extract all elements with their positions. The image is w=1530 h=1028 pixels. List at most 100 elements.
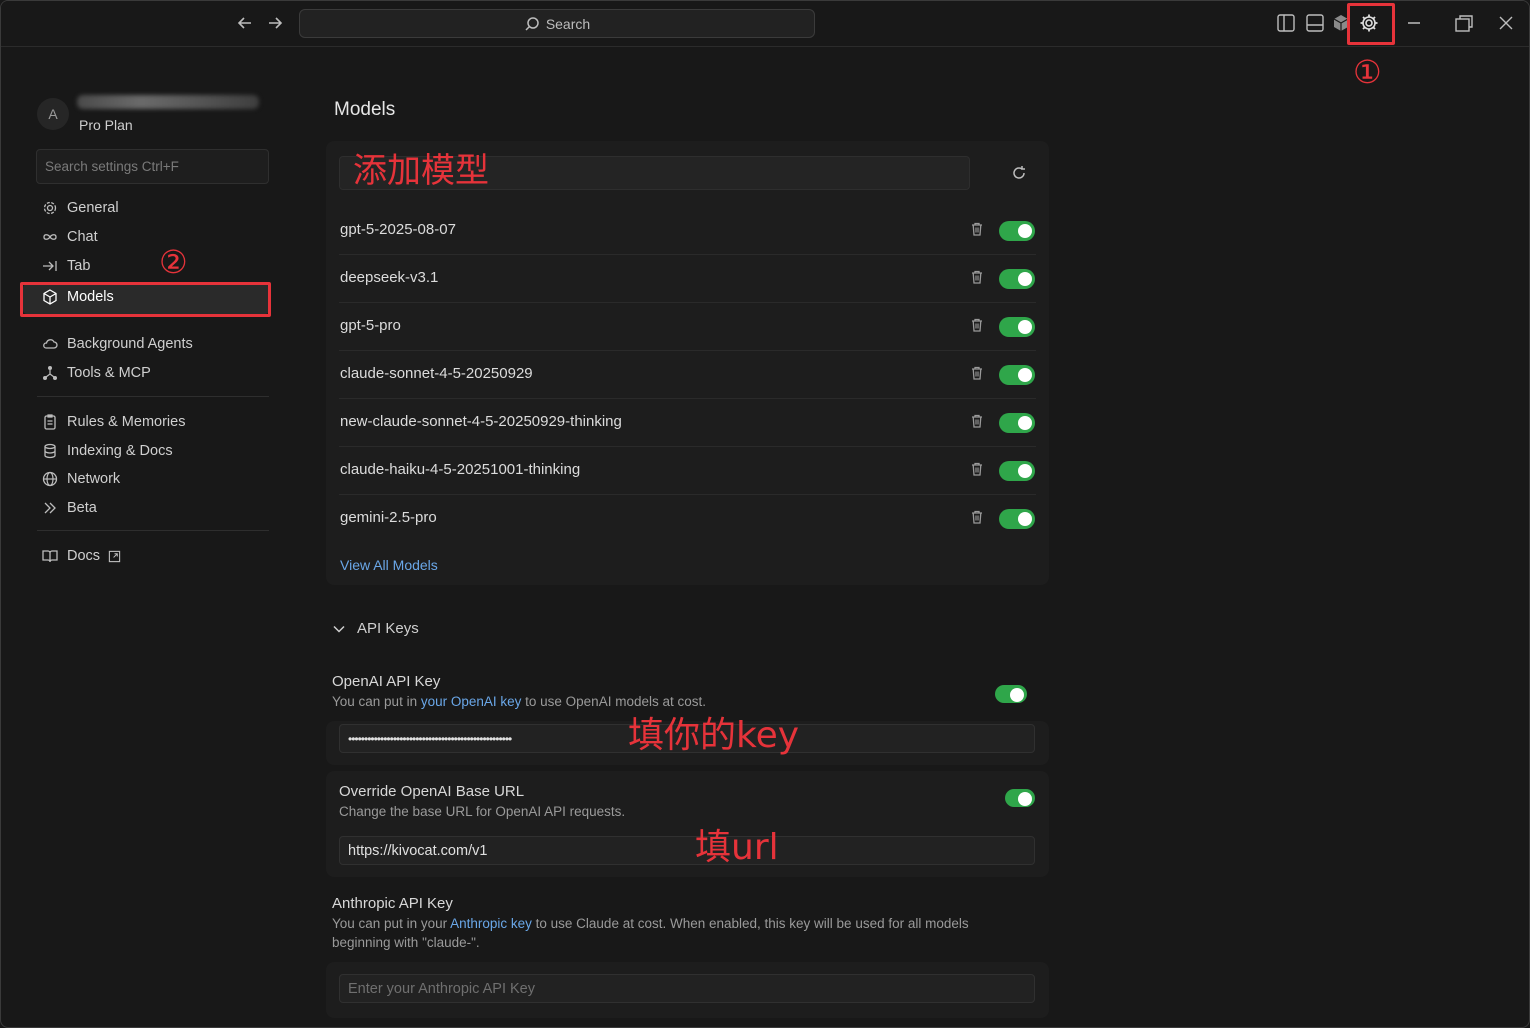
sidebar-item-label: General bbox=[67, 200, 119, 216]
model-name: claude-haiku-4-5-20251001-thinking bbox=[340, 461, 581, 478]
cloud-icon bbox=[43, 339, 58, 349]
anthropic-key-title: Anthropic API Key bbox=[332, 895, 453, 912]
anthropic-desc-text: You can put in your bbox=[332, 916, 451, 931]
trash-icon[interactable] bbox=[970, 413, 984, 429]
settings-search-input[interactable]: Search settings Ctrl+F bbox=[36, 149, 269, 184]
tab-arrow-icon bbox=[43, 261, 57, 271]
sidebar-item-label: Network bbox=[67, 471, 121, 487]
sidebar-item-label: Rules & Memories bbox=[67, 414, 186, 430]
database-icon bbox=[44, 443, 56, 459]
annotation-add-model: 添加模型 bbox=[353, 151, 489, 191]
openai-key-link[interactable]: your OpenAI key bbox=[421, 694, 522, 709]
sidebar-item-tab[interactable]: Tab bbox=[41, 254, 90, 278]
model-name: gpt-5-pro bbox=[340, 317, 401, 334]
view-all-models-link[interactable]: View All Models bbox=[340, 557, 438, 573]
sidebar-item-label: Tools & MCP bbox=[67, 365, 151, 381]
minimize-icon[interactable] bbox=[1403, 12, 1425, 34]
trash-icon[interactable] bbox=[970, 317, 984, 333]
sidebar-item-chat[interactable]: Chat bbox=[41, 225, 98, 249]
model-toggle[interactable] bbox=[999, 413, 1035, 433]
model-row: deepseek-v3.1 bbox=[339, 255, 1036, 303]
model-toggle[interactable] bbox=[999, 221, 1035, 241]
sidebar-item-label: Beta bbox=[67, 500, 97, 516]
annotation-step-1: ① bbox=[1353, 53, 1382, 91]
trash-icon[interactable] bbox=[970, 269, 984, 285]
trash-icon[interactable] bbox=[970, 509, 984, 525]
clipboard-icon bbox=[44, 414, 56, 430]
plan-label: Pro Plan bbox=[79, 117, 133, 133]
model-toggle[interactable] bbox=[999, 317, 1035, 337]
title-bar: Search bbox=[1, 1, 1529, 47]
external-link-icon bbox=[108, 550, 121, 562]
trash-icon[interactable] bbox=[970, 461, 984, 477]
sidebar-item-indexing-docs[interactable]: Indexing & Docs bbox=[41, 439, 173, 463]
anthropic-key-field[interactable]: Enter your Anthropic API Key bbox=[339, 974, 1035, 1003]
model-toggle[interactable] bbox=[999, 365, 1035, 385]
sidebar-item-label: Docs bbox=[67, 548, 101, 564]
sidebar-item-network[interactable]: Network bbox=[41, 467, 120, 491]
model-row: new-claude-sonnet-4-5-20250929-thinking bbox=[339, 399, 1036, 447]
sidebar-item-label: Tab bbox=[67, 258, 91, 274]
models-highlight-box bbox=[20, 282, 271, 317]
back-arrow-icon[interactable] bbox=[235, 13, 255, 33]
api-keys-label: API Keys bbox=[357, 620, 419, 637]
search-label: Search bbox=[545, 15, 591, 32]
toggle-primary-sidebar-icon[interactable] bbox=[1275, 12, 1297, 34]
model-toggle[interactable] bbox=[999, 269, 1035, 289]
toggle-panel-icon[interactable] bbox=[1304, 12, 1326, 34]
model-row: gpt-5-2025-08-07 bbox=[339, 207, 1036, 255]
model-row: claude-sonnet-4-5-20250929 bbox=[339, 351, 1036, 399]
override-url-description: Change the base URL for OpenAI API reque… bbox=[339, 804, 626, 819]
double-chevron-icon bbox=[44, 502, 56, 514]
close-icon[interactable] bbox=[1495, 12, 1517, 34]
trash-icon[interactable] bbox=[970, 221, 984, 237]
sidebar-item-label: Background Agents bbox=[67, 336, 193, 352]
restore-icon[interactable] bbox=[1453, 12, 1475, 34]
sidebar-item-tools-mcp[interactable]: Tools & MCP bbox=[41, 361, 151, 385]
model-name: gemini-2.5-pro bbox=[340, 509, 437, 526]
annotation-step-2: ② bbox=[159, 243, 188, 281]
sidebar-item-beta[interactable]: Beta bbox=[41, 496, 97, 520]
model-name: claude-sonnet-4-5-20250929 bbox=[340, 365, 533, 382]
model-name: new-claude-sonnet-4-5-20250929-thinking bbox=[340, 413, 622, 430]
sidebar-item-general[interactable]: General bbox=[41, 196, 119, 220]
refresh-icon[interactable] bbox=[1009, 163, 1029, 183]
search-icon bbox=[525, 16, 539, 31]
override-url-title: Override OpenAI Base URL bbox=[339, 783, 525, 800]
openai-key-description: You can put in your OpenAI key to use Op… bbox=[332, 692, 706, 711]
globe-icon bbox=[42, 471, 58, 487]
infinity-icon bbox=[43, 234, 57, 240]
command-search[interactable]: Search bbox=[299, 9, 815, 38]
model-toggle[interactable] bbox=[999, 509, 1035, 529]
annotation-fill-key: 填你的key bbox=[628, 715, 800, 756]
model-name: deepseek-v3.1 bbox=[340, 269, 439, 286]
sidebar-divider bbox=[37, 396, 269, 397]
model-toggle[interactable] bbox=[999, 461, 1035, 481]
model-name: gpt-5-2025-08-07 bbox=[340, 221, 456, 238]
page-title: Models bbox=[334, 99, 396, 120]
sidebar-item-background-agents[interactable]: Background Agents bbox=[41, 332, 193, 356]
override-url-toggle[interactable] bbox=[1005, 789, 1035, 807]
model-row: gpt-5-pro bbox=[339, 303, 1036, 351]
gear-icon bbox=[43, 201, 57, 215]
trash-icon[interactable] bbox=[970, 365, 984, 381]
tools-network-icon bbox=[43, 366, 57, 380]
openai-desc-text-end: to use OpenAI models at cost. bbox=[521, 694, 706, 709]
anthropic-key-link[interactable]: Anthropic key bbox=[450, 916, 532, 931]
settings-highlight-box bbox=[1347, 3, 1395, 45]
openai-key-title: OpenAI API Key bbox=[332, 673, 441, 690]
app-window: Search ① A Pro Plan Search settings Ctrl… bbox=[0, 0, 1530, 1028]
sidebar-item-label: Chat bbox=[67, 229, 98, 245]
blurred-username bbox=[77, 95, 259, 109]
forward-arrow-icon[interactable] bbox=[265, 13, 285, 33]
book-icon bbox=[42, 550, 58, 563]
model-row: claude-haiku-4-5-20251001-thinking bbox=[339, 447, 1036, 495]
openai-desc-text: You can put in bbox=[332, 694, 421, 709]
sidebar-item-docs[interactable]: Docs bbox=[41, 544, 121, 568]
avatar: A bbox=[37, 98, 69, 130]
chevron-down-icon bbox=[333, 625, 345, 633]
base-url-field[interactable]: https://kivocat.com/v1 bbox=[339, 836, 1035, 865]
sidebar-item-rules-memories[interactable]: Rules & Memories bbox=[41, 410, 185, 434]
api-keys-section-toggle[interactable]: API Keys bbox=[331, 620, 419, 637]
openai-key-toggle[interactable] bbox=[995, 685, 1027, 703]
